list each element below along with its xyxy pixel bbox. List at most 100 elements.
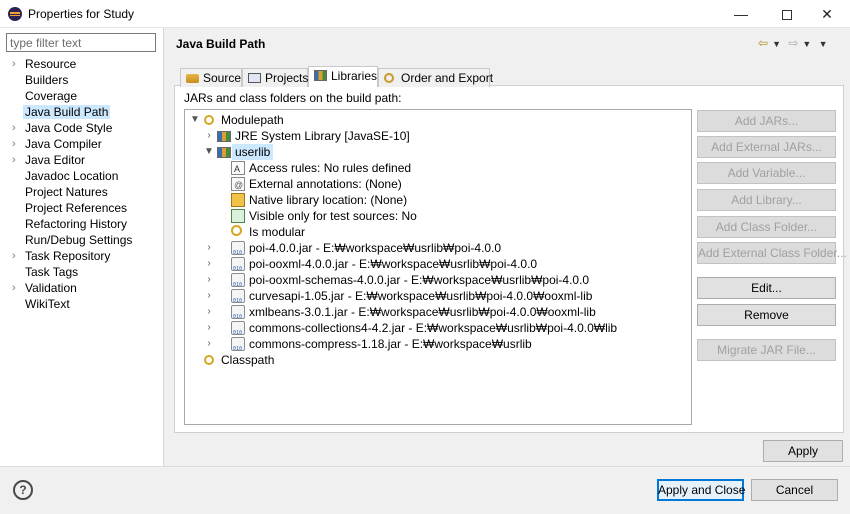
expand-arrow-icon[interactable]: › — [12, 248, 16, 264]
expand-arrow-icon[interactable]: › — [12, 280, 16, 296]
modular-icon — [231, 225, 242, 236]
minimize-button[interactable]: — — [718, 0, 764, 28]
nav-item[interactable]: Project Natures — [0, 184, 164, 200]
nav-item[interactable]: › Resource — [0, 56, 164, 72]
tab-order-export[interactable]: Order and Export — [378, 68, 494, 87]
nav-item[interactable]: › Java Compiler — [0, 136, 164, 152]
edit-button[interactable]: Edit... — [697, 277, 836, 299]
page-title: Java Build Path — [176, 37, 266, 51]
tab-order-export-label: Order and Export — [401, 71, 494, 85]
nav-item[interactable]: Run/Debug Settings — [0, 232, 164, 248]
tab-libraries[interactable]: Libraries — [308, 66, 378, 87]
add-class-folder-button[interactable]: Add Class Folder... — [697, 216, 836, 238]
tree-item-label: poi-4.0.0.jar - E:₩workspace₩usrlib₩poi-… — [249, 241, 502, 255]
nav-item-label: Java Compiler — [25, 137, 102, 151]
nav-item[interactable]: Coverage — [0, 88, 164, 104]
footer-divider — [0, 466, 850, 467]
filter-input[interactable] — [6, 33, 156, 52]
add-variable-button[interactable]: Add Variable... — [697, 162, 836, 184]
expand-arrow-icon[interactable]: › — [203, 320, 215, 336]
nav-item[interactable]: › Task Repository — [0, 248, 164, 264]
build-path-tree[interactable]: ▼ Modulepath › JRE System Library [JavaS… — [184, 109, 692, 425]
build-path-label: JARs and class folders on the build path… — [184, 91, 402, 105]
nav-item[interactable]: Builders — [0, 72, 164, 88]
nav-item-label: Resource — [25, 57, 77, 71]
access-rules-icon — [231, 161, 245, 177]
collapse-arrow-icon[interactable]: ▼ — [203, 144, 215, 160]
expand-arrow-icon[interactable]: › — [12, 120, 16, 136]
nav-item-label: Project References — [25, 201, 128, 215]
preference-nav-pane: › Resource Builders Coverage Java Build Path… — [0, 28, 164, 466]
forward-dropdown-icon[interactable]: ▼ — [802, 39, 811, 49]
order-export-icon — [384, 73, 394, 83]
jar-icon — [231, 257, 245, 277]
collapse-arrow-icon[interactable]: ▼ — [189, 112, 201, 128]
nav-item[interactable]: Java Build Path — [0, 104, 164, 120]
back-arrow-icon[interactable]: ⇦ — [758, 36, 768, 50]
expand-arrow-icon[interactable]: › — [203, 272, 215, 288]
tab-source[interactable]: Source — [180, 68, 242, 87]
tree-item-label: Modulepath — [221, 113, 284, 127]
tree-item-label: commons-compress-1.18.jar - E:₩workspace… — [249, 337, 532, 351]
expand-arrow-icon[interactable]: › — [203, 336, 215, 352]
tree-item-label: JRE System Library [JavaSE-10] — [235, 129, 410, 143]
nav-item-label: Java Code Style — [25, 121, 113, 135]
remove-button[interactable]: Remove — [697, 304, 836, 326]
tab-libraries-label: Libraries — [331, 69, 378, 83]
tab-projects[interactable]: Projects — [242, 68, 308, 87]
library-icon — [217, 131, 231, 142]
projects-icon — [248, 73, 261, 83]
apply-and-close-button[interactable]: Apply and Close — [657, 479, 745, 501]
native-library-icon — [231, 193, 245, 207]
tab-source-label: Source — [203, 71, 242, 85]
jar-icon — [231, 289, 245, 309]
nav-item[interactable]: Refactoring History — [0, 216, 164, 232]
nav-item[interactable]: › Java Editor — [0, 152, 164, 168]
external-annotations-icon — [231, 177, 245, 193]
cancel-button[interactable]: Cancel — [751, 479, 838, 501]
tree-item-label: Visible only for test sources: No — [249, 209, 417, 223]
add-external-class-folder-button[interactable]: Add External Class Folder... — [697, 242, 847, 264]
add-jars-button[interactable]: Add JARs... — [697, 110, 836, 132]
apply-button[interactable]: Apply — [763, 440, 843, 462]
nav-item[interactable]: Task Tags — [0, 264, 164, 280]
nav-item[interactable]: › Validation — [0, 280, 164, 296]
nav-item-label: Validation — [25, 281, 77, 295]
close-button[interactable]: ✕ — [804, 0, 850, 28]
expand-arrow-icon[interactable]: › — [203, 128, 215, 144]
nav-item-label: Run/Debug Settings — [25, 233, 133, 247]
expand-arrow-icon[interactable]: › — [12, 56, 16, 72]
nav-item-label: Refactoring History — [25, 217, 128, 231]
source-folder-icon — [186, 74, 199, 83]
expand-arrow-icon[interactable]: › — [203, 288, 215, 304]
nav-item-label: Task Repository — [25, 249, 111, 263]
libraries-icon — [314, 70, 327, 81]
add-library-button[interactable]: Add Library... — [697, 189, 836, 211]
expand-arrow-icon[interactable]: › — [12, 136, 16, 152]
jar-icon — [231, 337, 245, 357]
modulepath-icon — [204, 115, 214, 125]
menu-dropdown-icon[interactable]: ▼ — [819, 39, 828, 49]
expand-arrow-icon[interactable]: › — [203, 240, 215, 256]
history-nav: ⇦ ▼ ⇨ ▼ ▼ — [758, 36, 832, 50]
tree-item-label: Native library location: (None) — [249, 193, 408, 207]
migrate-jar-button[interactable]: Migrate JAR File... — [697, 339, 836, 361]
expand-arrow-icon[interactable]: › — [12, 152, 16, 168]
tree-item-label: External annotations: (None) — [249, 177, 402, 191]
test-sources-icon — [231, 209, 245, 223]
eclipse-icon — [8, 7, 22, 21]
nav-item[interactable]: WikiText — [0, 296, 164, 312]
tree-item-label: commons-collections4-4.2.jar - E:₩worksp… — [249, 321, 618, 335]
nav-item[interactable]: Project References — [0, 200, 164, 216]
nav-item-label: Task Tags — [25, 265, 79, 279]
expand-arrow-icon[interactable]: › — [203, 304, 215, 320]
forward-arrow-icon[interactable]: ⇨ — [788, 36, 798, 50]
nav-item[interactable]: Javadoc Location — [0, 168, 164, 184]
expand-arrow-icon[interactable]: › — [203, 256, 215, 272]
add-external-jars-button[interactable]: Add External JARs... — [697, 136, 836, 158]
nav-item-label: Coverage — [25, 89, 78, 103]
help-icon[interactable]: ? — [13, 480, 33, 500]
tree-item-label: userlib — [232, 144, 274, 160]
nav-item[interactable]: › Java Code Style — [0, 120, 164, 136]
back-dropdown-icon[interactable]: ▼ — [772, 39, 781, 49]
